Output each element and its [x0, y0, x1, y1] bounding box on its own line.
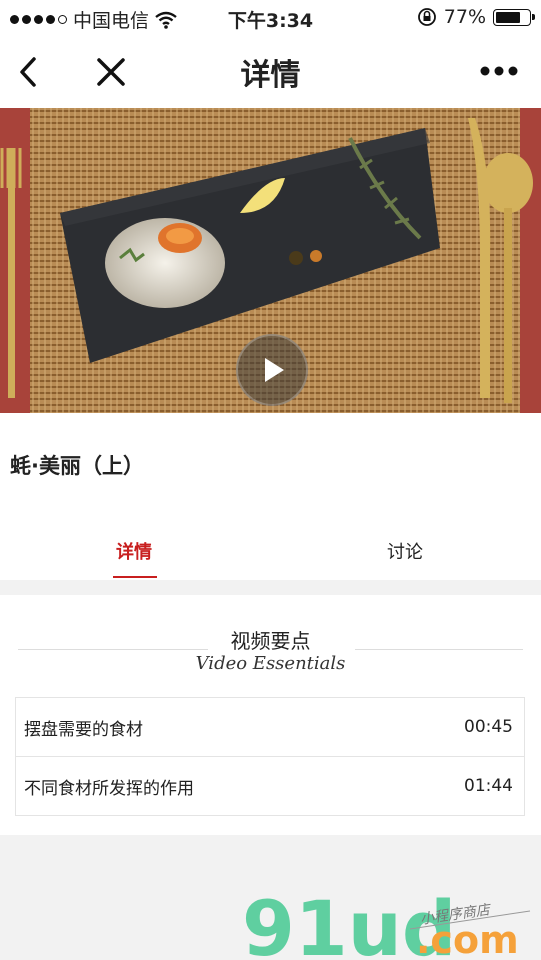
list-item-time: 00:45 — [464, 717, 513, 737]
section-subtitle: Video Essentials — [195, 653, 346, 674]
page-title: 详情 — [240, 58, 301, 93]
video-info: 蚝·美丽（上） 详情 讨论 — [0, 413, 541, 580]
watermark-logo: 91ud .com 小程序商店 — [242, 884, 531, 960]
list-item-label: 摆盘需要的食材 — [24, 719, 143, 740]
essentials-list: 摆盘需要的食材 00:45 不同食材所发挥的作用 01:44 — [15, 697, 525, 816]
more-icon[interactable] — [479, 62, 519, 80]
section-title: 视频要点 — [230, 629, 311, 653]
list-item[interactable]: 摆盘需要的食材 00:45 — [16, 698, 524, 757]
video-essentials-card: 视频要点 Video Essentials 摆盘需要的食材 00:45 不同食材… — [0, 595, 541, 835]
status-bar: 中国电信 下午3:34 77% — [0, 0, 541, 36]
tab-discussion[interactable]: 讨论 — [387, 538, 423, 564]
video-title: 蚝·美丽（上） — [10, 454, 144, 478]
list-item-label: 不同食材所发挥的作用 — [24, 778, 194, 799]
battery-icon — [493, 8, 535, 26]
rotation-lock-icon — [417, 8, 436, 26]
tab-active-indicator — [113, 576, 157, 578]
video-player[interactable] — [0, 108, 541, 413]
tab-details[interactable]: 详情 — [116, 538, 152, 564]
battery-percent: 77% — [443, 6, 486, 28]
play-icon — [265, 358, 284, 382]
list-item-time: 01:44 — [464, 776, 513, 796]
list-item[interactable]: 不同食材所发挥的作用 01:44 — [16, 757, 524, 815]
nav-bar: 详情 — [0, 36, 541, 108]
play-button[interactable] — [236, 334, 308, 406]
